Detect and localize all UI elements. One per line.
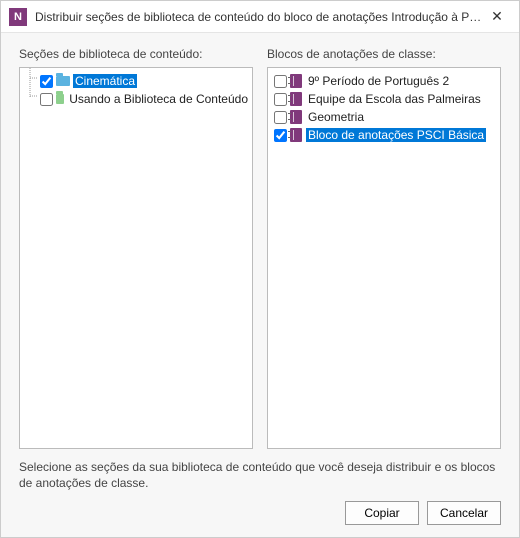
section-checkbox[interactable]: [40, 75, 53, 88]
tree-row[interactable]: 9º Período de Português 2: [270, 72, 498, 90]
notebook-label: 9º Período de Português 2: [306, 74, 451, 88]
tree-row[interactable]: Geometria: [270, 108, 498, 126]
content-library-pane: Seções de biblioteca de conteúdo: Cinemá…: [19, 47, 253, 449]
content-library-tree[interactable]: Cinemática Usando a Biblioteca de Conteú…: [19, 67, 253, 449]
section-checkbox[interactable]: [40, 93, 53, 106]
notebook-label: Bloco de anotações PSCI Básica: [306, 128, 486, 142]
notebook-icon: [290, 128, 302, 142]
section-tab-icon: [56, 94, 64, 104]
notebook-icon: [290, 110, 302, 124]
notebook-icon: [290, 74, 302, 88]
window-title: Distribuir seções de biblioteca de conte…: [35, 10, 483, 24]
notebook-checkbox[interactable]: [274, 111, 287, 124]
tree-row[interactable]: Equipe da Escola das Palmeiras: [270, 90, 498, 108]
notebook-label: Geometria: [306, 110, 366, 124]
section-label: Usando a Biblioteca de Conteúdo: [67, 92, 250, 106]
notebook-icon: [290, 92, 302, 106]
notebook-label: Equipe da Escola das Palmeiras: [306, 92, 483, 106]
notebook-checkbox[interactable]: [274, 129, 287, 142]
tree-row[interactable]: Bloco de anotações PSCI Básica: [270, 126, 498, 144]
close-icon: ✕: [491, 8, 503, 25]
tree-row[interactable]: Cinemática: [22, 72, 250, 90]
button-row: Copiar Cancelar: [19, 501, 501, 527]
copy-button[interactable]: Copiar: [345, 501, 419, 525]
notebook-checkbox[interactable]: [274, 75, 287, 88]
class-notebooks-header: Blocos de anotações de classe:: [267, 47, 501, 61]
titlebar: N Distribuir seções de biblioteca de con…: [1, 1, 519, 33]
dialog-content: Seções de biblioteca de conteúdo: Cinemá…: [1, 33, 519, 537]
cancel-button[interactable]: Cancelar: [427, 501, 501, 525]
section-label: Cinemática: [73, 74, 137, 88]
notebook-checkbox[interactable]: [274, 93, 287, 106]
panes-container: Seções de biblioteca de conteúdo: Cinemá…: [19, 47, 501, 449]
class-notebooks-tree[interactable]: 9º Período de Português 2 Equipe da Esco…: [267, 67, 501, 449]
class-notebooks-pane: Blocos de anotações de classe: 9º Períod…: [267, 47, 501, 449]
tree-row[interactable]: Usando a Biblioteca de Conteúdo: [22, 90, 250, 108]
dialog-window: N Distribuir seções de biblioteca de con…: [0, 0, 520, 538]
onenote-app-icon: N: [9, 8, 27, 26]
close-button[interactable]: ✕: [483, 3, 511, 31]
instruction-text: Selecione as seções da sua biblioteca de…: [19, 459, 501, 491]
content-library-header: Seções de biblioteca de conteúdo:: [19, 47, 253, 61]
section-tab-icon: [56, 76, 70, 86]
